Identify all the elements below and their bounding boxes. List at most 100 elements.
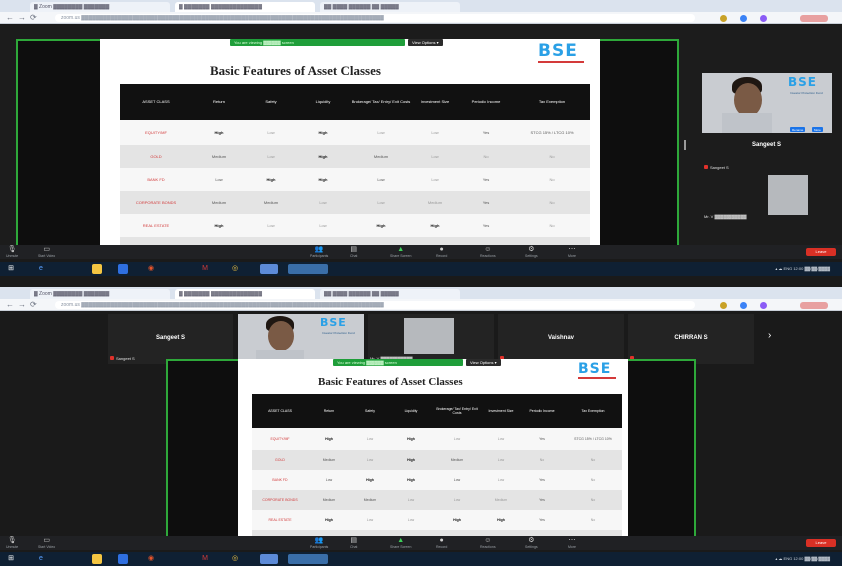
- more-button[interactable]: More: [812, 127, 823, 132]
- forward-icon[interactable]: →: [18, 300, 26, 309]
- address-bar: ← → ⟳ zoom.us ▓▓▓▓▓▓▓▓▓▓▓▓▓▓▓▓▓▓▓▓▓▓▓▓▓▓…: [0, 12, 842, 24]
- edge-icon[interactable]: e: [36, 554, 46, 564]
- back-icon[interactable]: ←: [6, 300, 14, 309]
- reactions-button[interactable]: ☺ Reactions: [480, 537, 496, 549]
- firefox-icon[interactable]: ◉: [146, 264, 156, 274]
- leave-button[interactable]: Leave: [806, 539, 836, 547]
- reactions-button[interactable]: ☺ Reactions: [480, 246, 496, 258]
- browser-tab-active[interactable]: ▓ ▓▓▓▓▓▓▓ ▓▓▓▓▓▓▓▓▓▓▓▓▓▓: [175, 289, 315, 299]
- star-icon[interactable]: [720, 302, 727, 309]
- chevron-right-icon[interactable]: ›: [768, 330, 771, 341]
- table-row: EQUITY/MF High Low High Low Low Yes STCG…: [120, 120, 590, 145]
- participant-tile[interactable]: Vaishnav: [498, 314, 624, 364]
- panel-resize-handle[interactable]: [684, 140, 686, 150]
- browser-tab[interactable]: ▓▓ ▓▓▓▓ ▓▓▓▓▓▓ ▓▓ ▓▓▓▓▓: [320, 2, 460, 12]
- table-cell: No: [564, 510, 622, 530]
- back-icon[interactable]: ←: [6, 13, 14, 22]
- column-header: Tax Exemption: [514, 84, 590, 120]
- asset-class-cell: REAL ESTATE: [252, 510, 308, 530]
- view-options-button[interactable]: View Options ▾: [466, 359, 501, 366]
- record-button[interactable]: ● Record: [436, 246, 447, 258]
- start-icon[interactable]: ⊞: [6, 554, 16, 564]
- more-options-button[interactable]: ⋯ More: [568, 246, 576, 258]
- firefox-icon[interactable]: ◉: [146, 554, 156, 564]
- zoom-toolbar: 🎙 Unmute ▭ Start Video 👥 Participants ▤ Chat…: [0, 536, 842, 550]
- update-button[interactable]: [800, 15, 828, 22]
- speaker-name: Sangeet S: [752, 142, 782, 148]
- mail-icon[interactable]: [118, 264, 128, 274]
- participants-button[interactable]: 👥 Participants: [310, 537, 328, 549]
- gmail-icon[interactable]: M: [200, 264, 210, 274]
- table-row: CORPORATE BONDS Medium Medium Low Low Me…: [252, 490, 622, 510]
- more-options-button[interactable]: ⋯ More: [568, 537, 576, 549]
- extension-icon[interactable]: [740, 15, 747, 22]
- browser-tab-active[interactable]: ▓ ▓▓▓▓▓▓▓ ▓▓▓▓▓▓▓▓▓▓▓▓▓▓: [175, 2, 315, 12]
- start-video-button[interactable]: ▭ Start Video: [38, 246, 55, 258]
- zoom-toolbar: 🎙 Unmute ▭ Start Video 👥 Participants ▤ Chat…: [0, 245, 842, 259]
- browser-tab[interactable]: ▓▓ ▓▓▓▓ ▓▓▓▓▓▓ ▓▓ ▓▓▓▓▓: [320, 289, 460, 299]
- file-explorer-icon[interactable]: [92, 554, 102, 564]
- more-icon: ⋯: [568, 537, 576, 544]
- table-cell: Medium: [308, 450, 350, 470]
- shared-screen-frame: You are viewing ▓▓▓▓▓▓ screen View Optio…: [166, 359, 696, 550]
- participant-video-tile[interactable]: [768, 175, 808, 215]
- start-icon[interactable]: ⊞: [6, 264, 16, 274]
- unmute-button[interactable]: 🎙 Unmute: [6, 246, 18, 258]
- url-field[interactable]: zoom.us ▓▓▓▓▓▓▓▓▓▓▓▓▓▓▓▓▓▓▓▓▓▓▓▓▓▓▓▓▓▓▓▓…: [55, 14, 695, 22]
- settings-button[interactable]: ⚙ Settings: [525, 246, 538, 258]
- reload-icon[interactable]: ⟳: [30, 13, 37, 22]
- rename-button[interactable]: Rename: [790, 127, 806, 132]
- view-options-button[interactable]: View Options ▾: [408, 39, 443, 46]
- forward-icon[interactable]: →: [18, 13, 26, 22]
- participant-tile[interactable]: Mr. V ▓▓▓▓▓▓▓▓▓▓▓: [368, 314, 494, 364]
- zoom-app-icon[interactable]: [260, 264, 278, 274]
- profile-icon[interactable]: [760, 15, 767, 22]
- speaker-video-tile[interactable]: BSE Investor Protection Fund: [238, 314, 364, 364]
- unmute-button[interactable]: 🎙 Unmute: [6, 537, 18, 549]
- speaker-name-tag: Sangeet S: [710, 165, 729, 170]
- chrome-icon[interactable]: ◎: [230, 264, 240, 274]
- table-cell: Low: [246, 145, 296, 168]
- participants-button[interactable]: 👥 Participants: [310, 246, 328, 258]
- slide-title: Basic Features of Asset Classes: [318, 376, 463, 388]
- update-button[interactable]: [800, 302, 828, 309]
- record-button[interactable]: ● Record: [436, 537, 447, 549]
- zoom-app-icon[interactable]: [260, 554, 278, 564]
- bse-logo: BSE: [578, 361, 612, 377]
- participant-tile[interactable]: CHIRRAN S: [628, 314, 754, 364]
- share-screen-button[interactable]: ▲ Share Screen: [390, 246, 411, 258]
- settings-button[interactable]: ⚙ Settings: [525, 537, 538, 549]
- active-window-icon[interactable]: [288, 554, 328, 564]
- table-cell: Yes: [520, 510, 564, 530]
- leave-button[interactable]: Leave: [806, 248, 836, 256]
- chat-button[interactable]: ▤ Chat: [350, 246, 357, 258]
- viewing-banner: You are viewing ▓▓▓▓▓▓ screen: [230, 39, 405, 46]
- speaker-video-tile[interactable]: BSE Investor Protection Fund: [702, 73, 832, 133]
- mail-icon[interactable]: [118, 554, 128, 564]
- url-field[interactable]: zoom.us ▓▓▓▓▓▓▓▓▓▓▓▓▓▓▓▓▓▓▓▓▓▓▓▓▓▓▓▓▓▓▓▓…: [55, 301, 695, 309]
- table-cell: Low: [412, 120, 458, 145]
- table-cell: Low: [350, 428, 390, 450]
- browser-tab[interactable]: ▓ Zoom ▓▓▓▓▓▓▓▓ ▓▓▓▓▓▓▓: [30, 2, 170, 12]
- gmail-icon[interactable]: M: [200, 554, 210, 564]
- asset-class-cell: EQUITY/MF: [120, 120, 192, 145]
- chat-icon: ▤: [350, 246, 358, 253]
- active-window-icon[interactable]: [288, 264, 328, 274]
- start-video-button[interactable]: ▭ Start Video: [38, 537, 55, 549]
- table-cell: Low: [296, 191, 350, 214]
- star-icon[interactable]: [720, 15, 727, 22]
- participant-tile[interactable]: Sangeet S Sangeet S: [108, 314, 233, 364]
- reload-icon[interactable]: ⟳: [30, 300, 37, 309]
- table-cell: No: [458, 145, 514, 168]
- table-cell: High: [390, 450, 432, 470]
- file-explorer-icon[interactable]: [92, 264, 102, 274]
- profile-icon[interactable]: [760, 302, 767, 309]
- chrome-icon[interactable]: ◎: [230, 554, 240, 564]
- extension-icon[interactable]: [740, 302, 747, 309]
- chat-button[interactable]: ▤ Chat: [350, 537, 357, 549]
- browser-tab[interactable]: ▓ Zoom ▓▓▓▓▓▓▓▓ ▓▓▓▓▓▓▓: [30, 289, 170, 299]
- asset-class-cell: BANK FD: [252, 470, 308, 490]
- table-row: REAL ESTATE High Low Low High High Yes N…: [120, 214, 590, 237]
- share-screen-button[interactable]: ▲ Share Screen: [390, 537, 411, 549]
- edge-icon[interactable]: e: [36, 264, 46, 274]
